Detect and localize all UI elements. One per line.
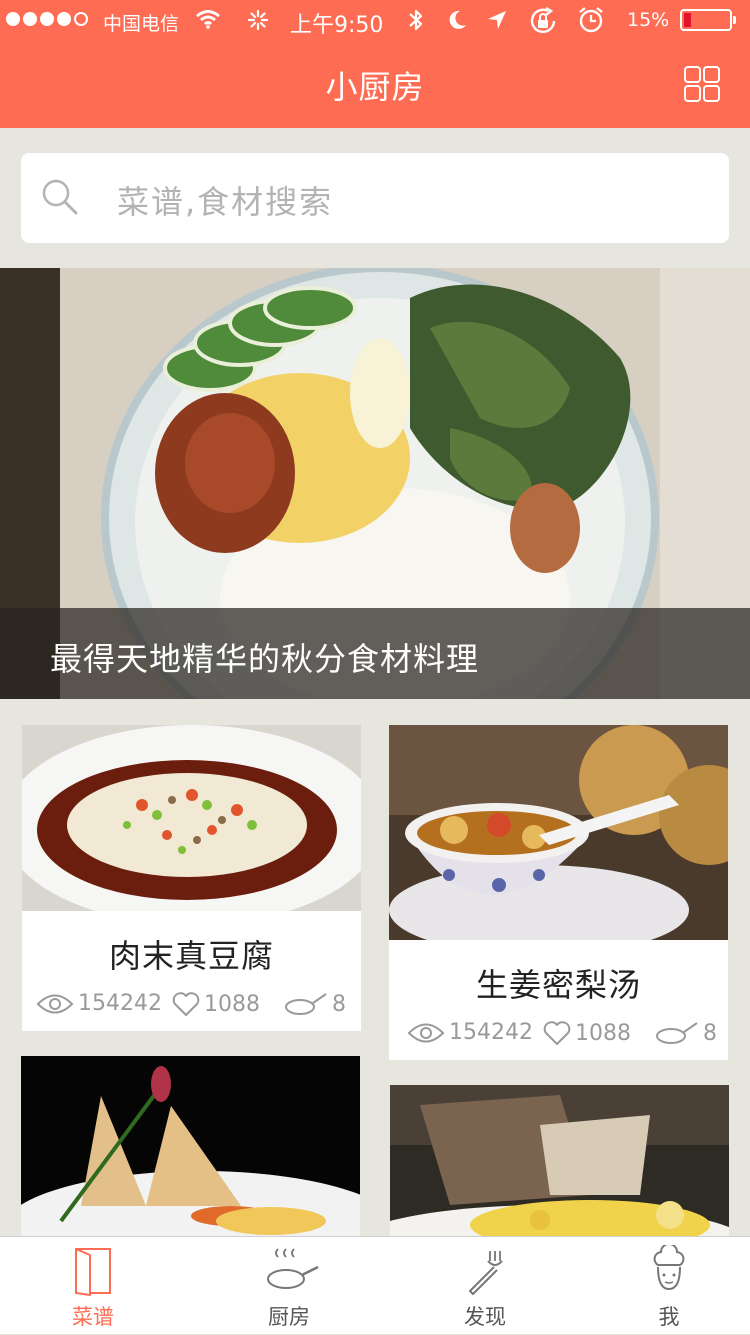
chef-icon — [653, 1245, 685, 1291]
clock: 上午9:50 — [290, 13, 384, 38]
dish-count: 8 — [655, 1020, 717, 1046]
recipe-name: 肉末真豆腐 — [108, 937, 274, 975]
tab-label: 厨房 — [268, 1305, 310, 1329]
top-bar: 中国电信 上午9:50 15% 小厨房 — [0, 0, 750, 128]
moon-icon — [449, 10, 466, 29]
rotation-lock-icon — [530, 6, 556, 33]
recipe-photo — [389, 725, 728, 940]
wifi-icon — [196, 10, 220, 29]
pan-icon — [285, 993, 327, 1015]
bluetooth-icon — [409, 9, 423, 31]
recipe-card[interactable]: 肉末真豆腐 154242 1088 8 — [22, 725, 361, 1031]
tab-kitchen[interactable]: 厨房 — [229, 1237, 349, 1335]
tab-label: 我 — [658, 1305, 680, 1329]
grid-icon[interactable] — [684, 66, 720, 102]
eye-icon — [407, 1023, 445, 1042]
pan-icon — [656, 1022, 698, 1044]
tab-me[interactable]: 我 — [609, 1237, 729, 1335]
recipe-stats: 154242 1088 8 — [389, 1020, 728, 1050]
fork-icon — [469, 1251, 503, 1295]
dish-count: 8 — [284, 991, 346, 1017]
search-placeholder: 菜谱,食材搜索 — [117, 183, 334, 221]
like-count: 1088 — [172, 991, 260, 1017]
search-input[interactable]: 菜谱,食材搜索 — [21, 153, 729, 243]
activity-icon — [247, 9, 269, 31]
featured-banner[interactable]: 最得天地精华的秋分食材料理 — [0, 268, 750, 699]
view-count: 154242 — [36, 991, 162, 1016]
heart-icon — [543, 1021, 571, 1045]
recipe-card[interactable] — [21, 1056, 360, 1236]
alarm-icon — [579, 7, 603, 33]
page-title: 小厨房 — [325, 68, 425, 106]
recipe-card[interactable]: 生姜密梨汤 154242 1088 8 — [389, 725, 728, 1060]
banner-caption-overlay: 最得天地精华的秋分食材料理 — [0, 608, 750, 699]
battery-icon — [680, 9, 736, 31]
carrier-name: 中国电信 — [103, 13, 180, 35]
like-count: 1088 — [543, 1020, 631, 1046]
tab-bar: 菜谱 厨房 发现 我 — [0, 1236, 750, 1334]
search-icon — [42, 179, 78, 215]
recipe-stats: 154242 1088 8 — [22, 991, 361, 1021]
recipe-card[interactable] — [390, 1085, 729, 1236]
eye-icon — [36, 994, 74, 1013]
recipe-photo — [22, 725, 361, 911]
location-icon — [488, 11, 506, 29]
tab-label: 发现 — [464, 1305, 506, 1329]
view-count: 154242 — [407, 1020, 533, 1045]
tab-label: 菜谱 — [72, 1305, 114, 1329]
battery-percent: 15% — [627, 9, 670, 31]
signal-strength-icon — [6, 12, 88, 26]
tab-discover[interactable]: 发现 — [425, 1237, 545, 1335]
status-bar: 中国电信 上午9:50 15% — [0, 0, 750, 40]
tab-recipes[interactable]: 菜谱 — [33, 1237, 153, 1335]
recipe-name: 生姜密梨汤 — [475, 966, 641, 1004]
pan-icon — [267, 1248, 319, 1289]
heart-icon — [172, 992, 200, 1016]
banner-caption: 最得天地精华的秋分食材料理 — [50, 640, 480, 678]
recipe-photo — [21, 1056, 360, 1236]
book-icon — [75, 1248, 111, 1296]
recipe-photo — [390, 1085, 729, 1236]
